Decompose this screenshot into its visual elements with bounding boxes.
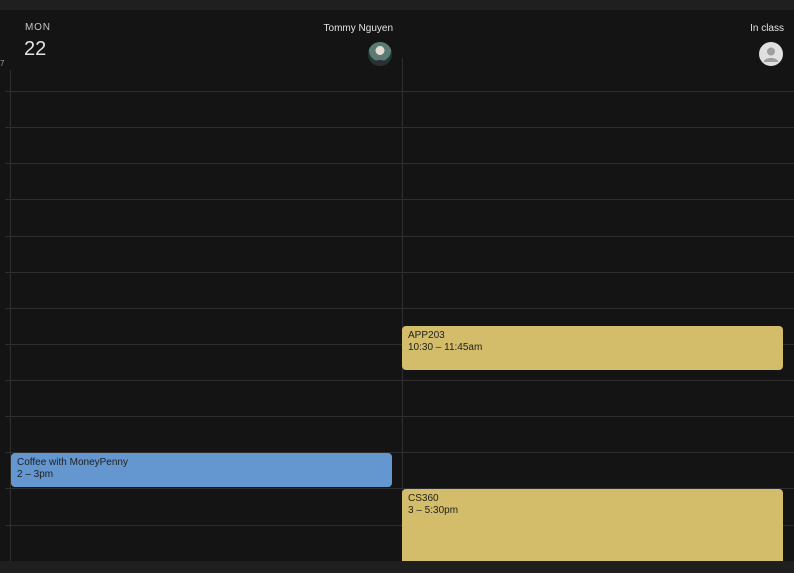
event-coffee-with-moneypenny[interactable]: Coffee with MoneyPenny 2 – 3pm [11, 453, 392, 487]
avatar[interactable] [368, 42, 392, 66]
event-time: 2 – 3pm [17, 469, 54, 480]
profile-photo-icon [372, 47, 388, 66]
hour-gridline [5, 380, 794, 381]
hour-gridline [5, 199, 794, 200]
day-of-week: MON [25, 22, 51, 33]
day-number[interactable]: 22 [24, 38, 46, 61]
avatar[interactable] [759, 42, 783, 66]
person-icon [763, 47, 779, 62]
hour-gridline [5, 308, 794, 309]
event-cs360[interactable]: CS360 3 – 5:30pm [402, 489, 783, 569]
hour-gridline [5, 91, 794, 92]
hour-gridline [5, 272, 794, 273]
event-app203[interactable]: APP203 10:30 – 11:45am [402, 326, 783, 370]
column-divider [402, 58, 403, 561]
event-title: APP203 [408, 330, 445, 341]
event-time: 3 – 5:30pm [408, 505, 459, 516]
event-time: 10:30 – 11:45am [408, 342, 483, 353]
person-name-tommy: Tommy Nguyen [323, 23, 393, 34]
event-title: Coffee with MoneyPenny [17, 457, 128, 468]
person-name-in-class: In class [750, 23, 784, 34]
hour-gridline [5, 236, 794, 237]
hour-gridline [5, 416, 794, 417]
horizontal-scrollbar[interactable] [0, 561, 794, 573]
event-title: CS360 [408, 493, 439, 504]
hour-gridline [5, 127, 794, 128]
hour-gridline [5, 163, 794, 164]
hour-label: 7 [0, 59, 5, 68]
